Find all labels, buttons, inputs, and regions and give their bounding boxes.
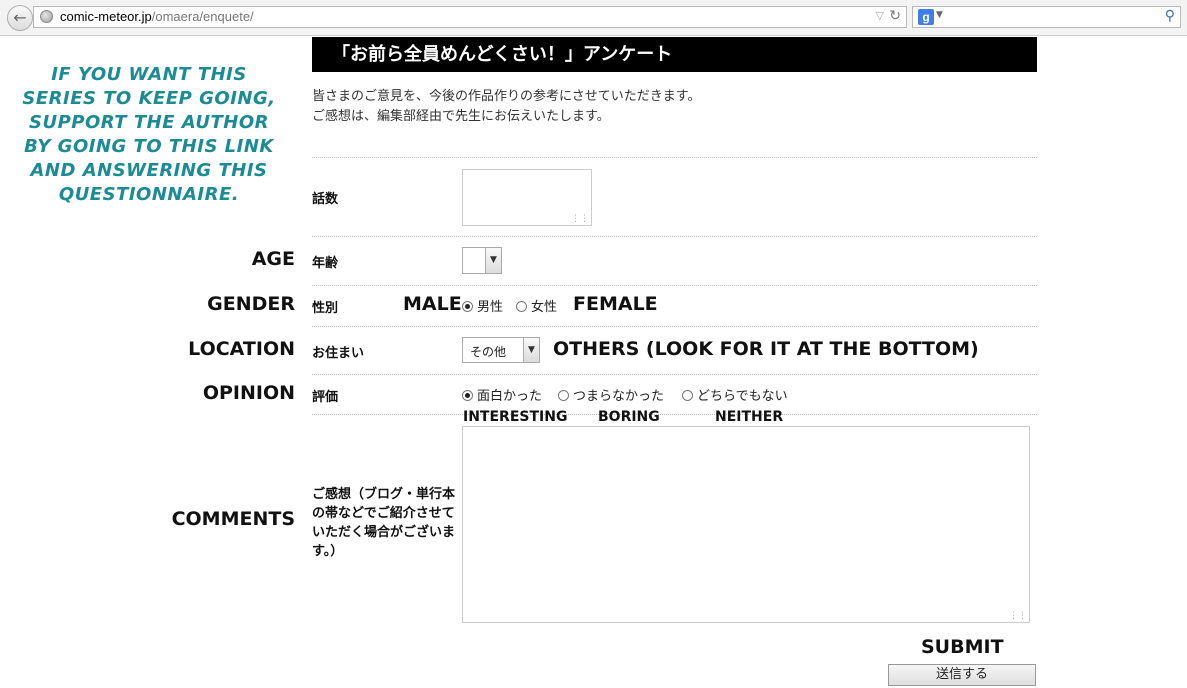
radio-unchecked-icon[interactable] xyxy=(558,390,569,401)
rating-option-3-label: どちらでもない xyxy=(697,389,788,404)
browser-toolbar: ← comic-meteor.jp/omaera/enquete/ ▽ ↻ g … xyxy=(0,0,1187,36)
dropdown-triangle-icon[interactable]: ▽ xyxy=(876,9,884,22)
google-icon[interactable]: g xyxy=(918,9,934,25)
age-label: 年齢 xyxy=(312,256,339,271)
comments-textarea[interactable]: ⋮⋮ xyxy=(462,426,1030,623)
url-host: comic-meteor.jp xyxy=(60,9,152,24)
episode-textarea[interactable]: ⋮⋮ xyxy=(462,169,592,226)
interesting-translation: INTERESTING xyxy=(463,409,568,425)
radio-unchecked-icon[interactable] xyxy=(516,301,527,312)
rating-option-1-label: 面白かった xyxy=(477,389,543,404)
rating-option-2-label: つまらなかった xyxy=(573,389,665,404)
back-arrow-icon[interactable]: ← xyxy=(7,5,33,31)
neither-translation: NEITHER xyxy=(715,409,784,425)
address-bar[interactable]: comic-meteor.jp/omaera/enquete/ ▽ ↻ xyxy=(33,6,907,28)
radio-unchecked-icon[interactable] xyxy=(682,390,693,401)
reload-icon[interactable]: ↻ xyxy=(889,8,901,24)
episode-label: 話数 xyxy=(312,192,339,207)
search-icon[interactable]: ⚲ xyxy=(1165,8,1175,24)
rating-label: 評価 xyxy=(312,390,339,405)
divider xyxy=(312,285,1037,286)
url-path: /omaera/enquete/ xyxy=(151,9,254,24)
boring-translation: BORING xyxy=(598,409,660,425)
divider xyxy=(312,414,1037,415)
gender-translation: GENDER xyxy=(207,293,295,315)
search-engine-label: g xyxy=(922,10,930,24)
rating-option-3[interactable]: どちらでもない xyxy=(682,385,788,404)
chevron-down-icon: ▼ xyxy=(485,248,501,273)
submit-translation: SUBMIT xyxy=(921,636,1004,658)
female-translation: FEMALE xyxy=(573,293,658,315)
radio-checked-icon[interactable] xyxy=(462,390,473,401)
rating-option-1[interactable]: 面白かった xyxy=(462,385,542,404)
location-label: お住まい xyxy=(312,346,365,361)
divider xyxy=(312,374,1037,375)
globe-icon xyxy=(40,10,53,23)
location-selected-value: その他 xyxy=(470,345,507,359)
divider xyxy=(312,157,1037,158)
submit-button[interactable]: 送信する xyxy=(888,664,1036,686)
chevron-down-icon: ▼ xyxy=(523,338,539,362)
divider xyxy=(312,236,1037,237)
search-engine-dropdown-icon[interactable]: ▼ xyxy=(936,10,943,20)
comments-translation: COMMENTS xyxy=(171,508,295,530)
rating-option-2[interactable]: つまらなかった xyxy=(558,385,664,404)
intro-line-1: 皆さまのご意見を、今後の作品作りの参考にさせていただきます。 xyxy=(312,89,701,104)
comments-label: ご感想（ブログ・単行本の帯などでご紹介させていただく場合がございます。） xyxy=(312,487,456,559)
opinion-translation: OPINION xyxy=(202,382,295,404)
intro-line-2: ご感想は、編集部経由で先生にお伝えいたします。 xyxy=(312,109,610,124)
search-bar[interactable]: g ▼ ⚲ xyxy=(912,6,1181,28)
divider xyxy=(312,326,1037,327)
location-select[interactable]: その他 ▼ xyxy=(462,337,540,363)
resize-grip-icon[interactable]: ⋮⋮ xyxy=(571,215,589,224)
location-translation: LOCATION xyxy=(188,338,295,360)
gender-female-label: 女性 xyxy=(531,300,558,315)
gender-female-option[interactable]: 女性 xyxy=(516,296,557,315)
resize-grip-icon[interactable]: ⋮⋮ xyxy=(1009,612,1027,621)
scanlation-note: If you want this series to keep going, s… xyxy=(22,64,276,205)
age-translation: AGE xyxy=(251,248,295,270)
gender-male-option[interactable]: 男性 xyxy=(462,296,503,315)
page-title: 「お前ら全員めんどくさい！」アンケート xyxy=(312,37,1037,72)
male-translation: MALE xyxy=(403,293,462,315)
age-select[interactable]: ▼ xyxy=(462,247,502,274)
radio-checked-icon[interactable] xyxy=(462,301,473,312)
url-text: comic-meteor.jp/omaera/enquete/ xyxy=(60,9,254,24)
others-translation: OTHERS (LOOK FOR IT AT THE BOTTOM) xyxy=(553,338,979,360)
gender-male-label: 男性 xyxy=(477,300,504,315)
gender-label: 性別 xyxy=(312,301,339,316)
intro-text: 皆さまのご意見を、今後の作品作りの参考にさせていただきます。 ご感想は、編集部経… xyxy=(312,87,700,127)
